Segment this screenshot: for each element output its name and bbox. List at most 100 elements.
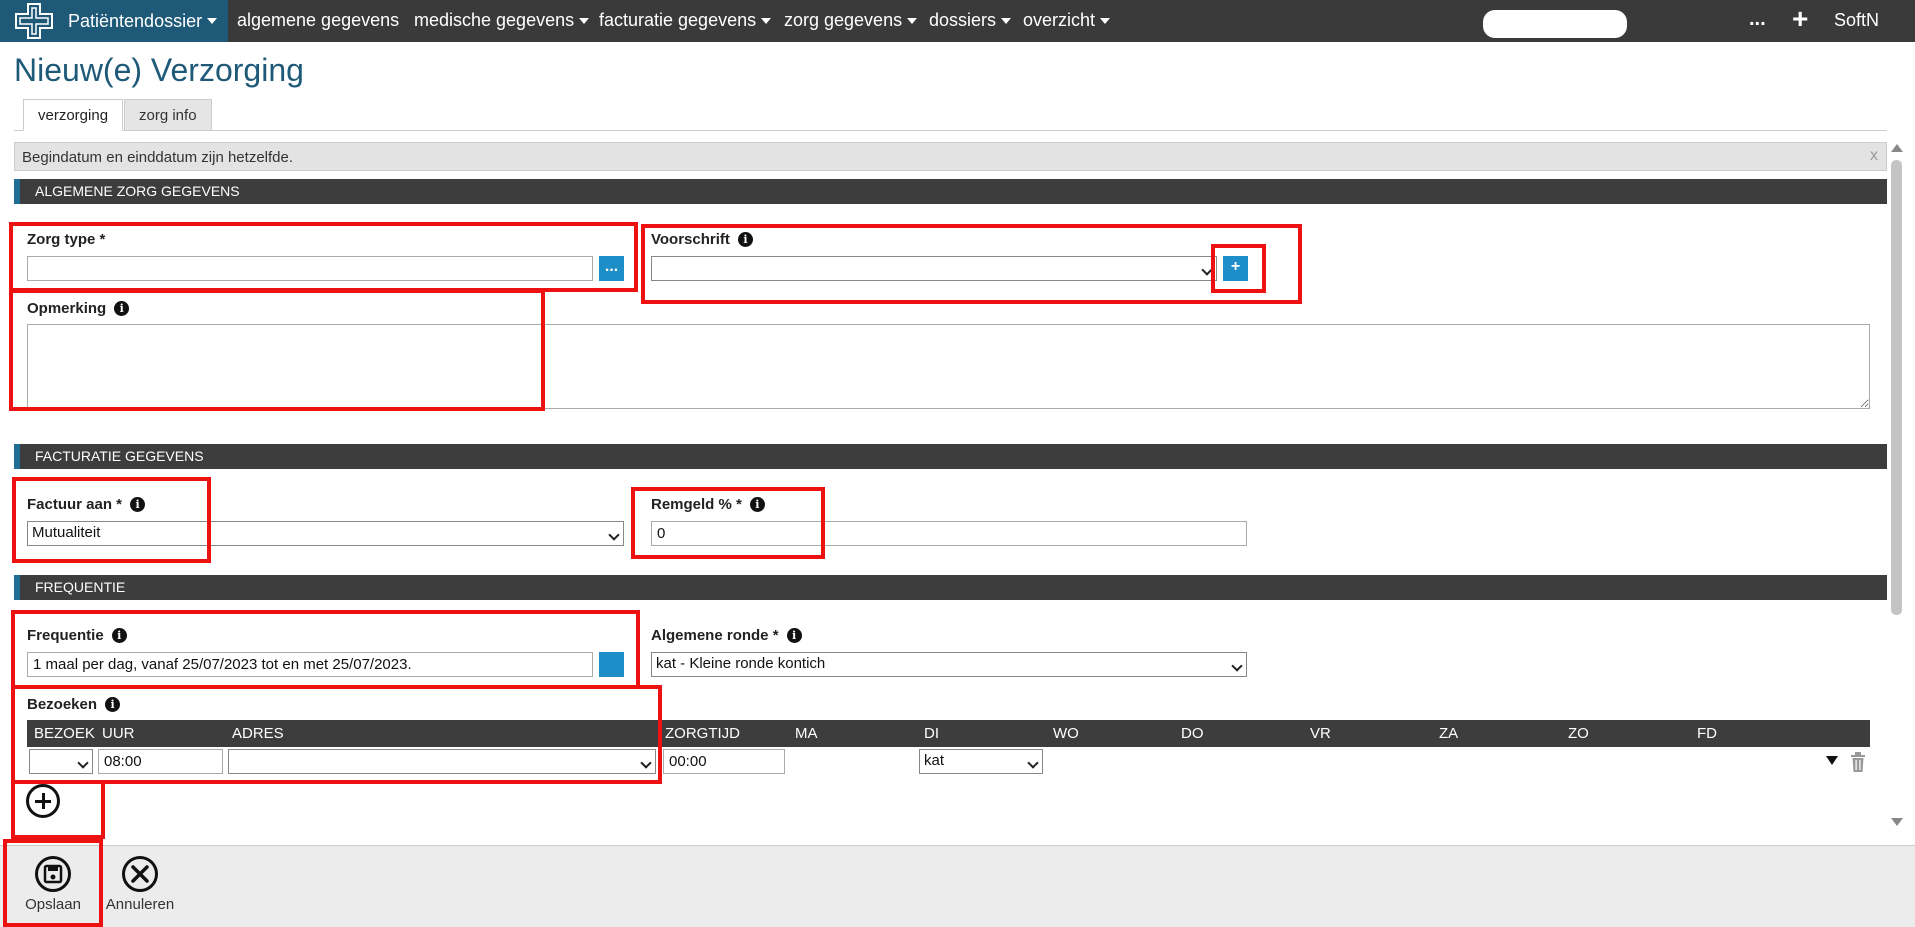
- close-icon[interactable]: x: [1870, 147, 1878, 165]
- caret-down-icon: [761, 18, 772, 25]
- col-adres: ADRES: [232, 725, 284, 742]
- tab-verzorging[interactable]: verzorging: [23, 99, 124, 131]
- bezoek-select[interactable]: [29, 749, 93, 774]
- zorg-type-input[interactable]: [27, 256, 593, 281]
- info-icon: i: [737, 232, 753, 247]
- nav-dossiers-label: dossiers: [929, 10, 997, 30]
- col-za: ZA: [1439, 725, 1459, 742]
- cancel-icon: [122, 856, 158, 892]
- tab-zorg-info[interactable]: zorg info: [124, 99, 212, 131]
- opmerking-label: Opmerking i: [27, 300, 130, 317]
- remgeld-label-text: Remgeld % *: [651, 496, 742, 513]
- frequentie-input[interactable]: [27, 652, 593, 677]
- col-wo: WO: [1053, 725, 1079, 742]
- nav-zorg-gegevens-label: zorg gegevens: [784, 10, 903, 30]
- frequentie-label: Frequentie i: [27, 627, 127, 644]
- section-header-facturatie: FACTURATIE GEGEVENS: [14, 444, 1887, 469]
- voorschrift-label-text: Voorschrift: [651, 231, 730, 248]
- patient-dossier-menu[interactable]: Patiëntendossier: [0, 0, 228, 42]
- cancel-button[interactable]: Annuleren: [95, 855, 185, 913]
- caret-down-icon: [1100, 18, 1111, 25]
- user-menu[interactable]: SoftN: [1834, 10, 1879, 31]
- page-title: Nieuw(e) Verzorging: [14, 52, 304, 88]
- footer-toolbar: [0, 845, 1915, 927]
- info-icon: i: [130, 497, 146, 512]
- more-menu-button[interactable]: ...: [1749, 8, 1766, 31]
- logo-icon: [15, 3, 53, 39]
- tab-divider: [14, 130, 1887, 131]
- col-zo: ZO: [1568, 725, 1589, 742]
- nav-overzicht-label: overzicht: [1023, 10, 1096, 30]
- frequentie-label-text: Frequentie: [27, 627, 104, 644]
- frequentie-edit-button[interactable]: [599, 652, 624, 677]
- opmerking-textarea[interactable]: [27, 324, 1870, 409]
- info-icon: i: [749, 497, 765, 512]
- algemene-ronde-label-text: Algemene ronde *: [651, 627, 779, 644]
- info-message-bar: Begindatum en einddatum zijn hetzelfde. …: [14, 142, 1887, 171]
- scrollbar-thumb[interactable]: [1891, 160, 1902, 615]
- nav-zorg-gegevens[interactable]: zorg gegevens: [784, 10, 918, 31]
- nav-facturatie-gegevens[interactable]: facturatie gegevens: [599, 10, 772, 31]
- caret-down-icon: [907, 18, 918, 25]
- zorg-type-browse-button[interactable]: ...: [599, 256, 624, 281]
- bezoeken-table-header: BEZOEK UUR ADRES ZORGTIJD MA DI WO DO VR…: [27, 720, 1870, 747]
- col-fd: FD: [1697, 725, 1717, 742]
- section-header-algemeen: ALGEMENE ZORG GEGEVENS: [14, 179, 1887, 204]
- info-message-text: Begindatum en einddatum zijn hetzelfde.: [22, 149, 294, 166]
- brand-label: Patiëntendossier: [68, 10, 203, 31]
- search-input[interactable]: [1483, 10, 1627, 38]
- voorschrift-label: Voorschrift i: [651, 231, 753, 248]
- cancel-label: Annuleren: [105, 896, 175, 913]
- caret-down-icon: [579, 18, 590, 25]
- add-button[interactable]: +: [1792, 5, 1808, 33]
- remgeld-label: Remgeld % * i: [651, 496, 765, 513]
- bezoeken-label: Bezoeken i: [27, 696, 121, 713]
- col-do: DO: [1181, 725, 1204, 742]
- remgeld-input[interactable]: [651, 521, 1247, 546]
- zorg-type-label: Zorg type *: [27, 231, 106, 248]
- factuur-aan-select[interactable]: Mutualiteit: [27, 521, 624, 546]
- algemene-ronde-label: Algemene ronde * i: [651, 627, 802, 644]
- adres-select[interactable]: [228, 749, 656, 774]
- voorschrift-select[interactable]: [651, 256, 1217, 281]
- expand-row-icon[interactable]: [1826, 756, 1838, 765]
- nav-overzicht[interactable]: overzicht: [1023, 10, 1111, 31]
- caret-down-icon: [207, 18, 218, 24]
- highlight-frequentie: [11, 610, 640, 689]
- save-label: Opslaan: [25, 896, 81, 913]
- info-icon: i: [786, 628, 802, 643]
- highlight-add-visit: [11, 780, 105, 839]
- nav-medische-gegevens-label: medische gegevens: [414, 10, 575, 30]
- scroll-up-icon[interactable]: [1891, 144, 1903, 152]
- caret-down-icon: [1001, 18, 1012, 25]
- save-button[interactable]: Opslaan: [8, 855, 98, 913]
- highlight-factuur-aan: [12, 477, 211, 563]
- col-ma: MA: [795, 725, 818, 742]
- col-di: DI: [924, 725, 939, 742]
- opmerking-label-text: Opmerking: [27, 300, 107, 317]
- di-ronde-select[interactable]: kat: [919, 749, 1043, 774]
- info-icon: i: [114, 301, 130, 316]
- uur-input[interactable]: [98, 749, 223, 774]
- zorgtijd-input[interactable]: [663, 749, 785, 774]
- col-bezoek: BEZOEK: [34, 725, 95, 742]
- col-uur: UUR: [102, 725, 135, 742]
- nav-medische-gegevens[interactable]: medische gegevens: [414, 10, 590, 31]
- nav-dossiers[interactable]: dossiers: [929, 10, 1012, 31]
- section-header-frequentie: FREQUENTIE: [14, 575, 1887, 600]
- add-visit-button[interactable]: [26, 784, 60, 818]
- bezoeken-label-text: Bezoeken: [27, 696, 98, 713]
- col-zorgtijd: ZORGTIJD: [665, 725, 740, 742]
- voorschrift-add-button[interactable]: +: [1223, 256, 1248, 281]
- nav-algemene-gegevens[interactable]: algemene gegevens: [237, 10, 399, 31]
- info-icon: i: [105, 697, 121, 712]
- info-icon: i: [111, 628, 127, 643]
- top-navigation: Patiëntendossier algemene gegevens medis…: [0, 0, 1915, 42]
- factuur-aan-label: Factuur aan * i: [27, 496, 146, 513]
- col-vr: VR: [1310, 725, 1331, 742]
- algemene-ronde-select[interactable]: kat - Kleine ronde kontich: [651, 652, 1247, 677]
- nav-facturatie-gegevens-label: facturatie gegevens: [599, 10, 757, 30]
- trash-icon[interactable]: [1850, 752, 1866, 773]
- factuur-aan-label-text: Factuur aan *: [27, 496, 123, 513]
- scroll-down-icon[interactable]: [1891, 818, 1903, 826]
